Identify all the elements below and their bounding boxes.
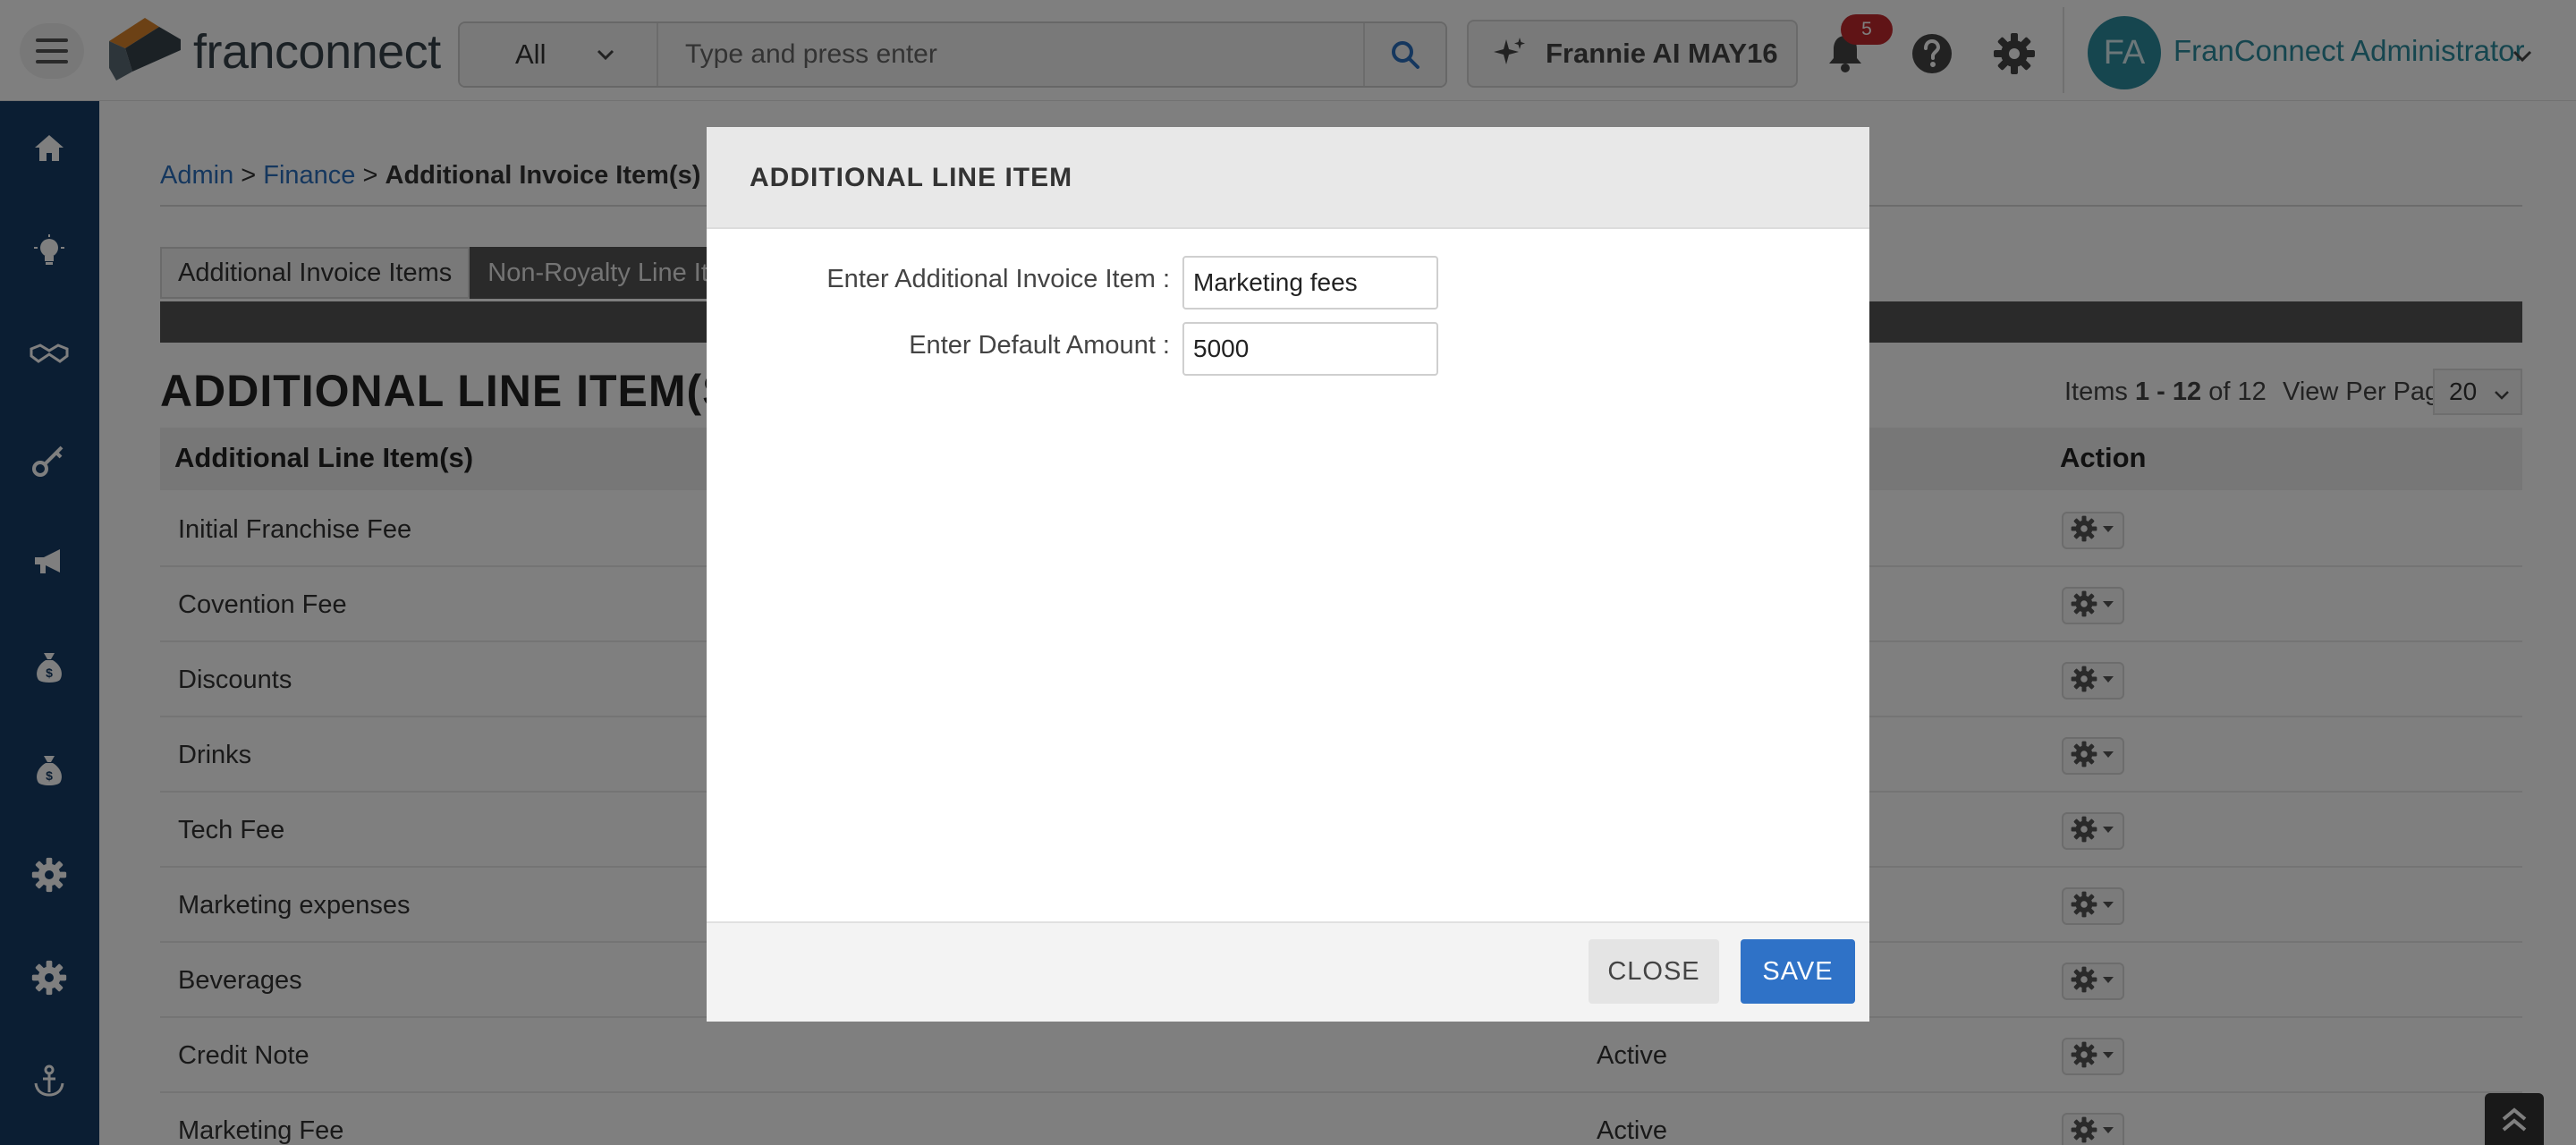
close-button[interactable]: CLOSE — [1589, 939, 1719, 1004]
additional-line-item-modal: ADDITIONAL LINE ITEM Enter Additional In… — [707, 127, 1869, 1022]
default-amount-label: Enter Default Amount : — [909, 331, 1170, 360]
modal-header: ADDITIONAL LINE ITEM — [707, 127, 1869, 229]
save-button[interactable]: SAVE — [1741, 939, 1855, 1004]
default-amount-input[interactable] — [1182, 322, 1438, 376]
modal-footer: CLOSE SAVE — [707, 921, 1869, 1022]
invoice-item-label: Enter Additional Invoice Item : — [826, 265, 1170, 293]
invoice-item-input[interactable] — [1182, 256, 1438, 310]
modal-title: ADDITIONAL LINE ITEM — [750, 163, 1073, 192]
